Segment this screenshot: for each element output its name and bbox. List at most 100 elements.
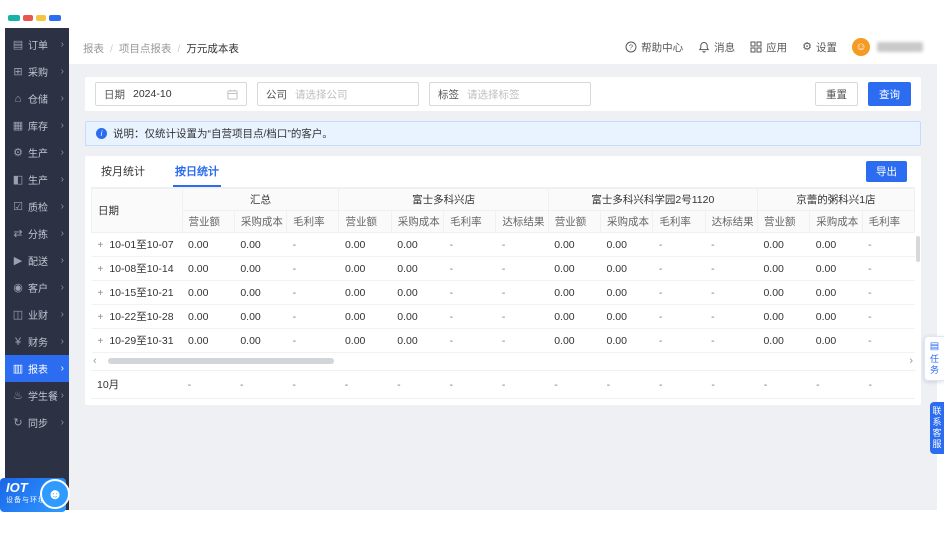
- sidebar-item-分拣[interactable]: ⇄ 分拣 ›: [5, 220, 69, 247]
- value-cell: -: [495, 304, 549, 329]
- content-area: 日期 2024-10 公司 请选择公司 标签 请选择标签 重置 查询 i 说明：…: [69, 64, 937, 510]
- apps-label: 应用: [766, 41, 788, 54]
- company-filter-placeholder: 请选择公司: [295, 88, 348, 101]
- topbar: 报表 / 项目点报表 / 万元成本表 ? 帮助中心 消息 应用 ⚙ 设置 ☺: [69, 8, 937, 64]
- sidebar-item-配送[interactable]: ▶ 配送 ›: [5, 247, 69, 274]
- tab-monthly-stats[interactable]: 按月统计: [99, 156, 147, 187]
- chevron-right-icon: ›: [60, 93, 64, 104]
- sidebar-item-label: 客户: [28, 284, 48, 295]
- apps-button[interactable]: 应用: [750, 40, 787, 55]
- expand-icon[interactable]: +: [98, 264, 104, 275]
- expand-icon[interactable]: +: [98, 240, 104, 251]
- chevron-right-icon: ›: [60, 174, 64, 185]
- value-cell: -: [652, 328, 706, 353]
- messages-button[interactable]: 消息: [698, 40, 735, 55]
- table-row[interactable]: +10-08至10-14 0.00 0.00-0.00 0.00- -0.00 0.00-…: [91, 256, 915, 281]
- sidebar-item-同步[interactable]: ↻ 同步 ›: [5, 409, 69, 436]
- summary-row: 10月 - - - - - - - - - - - - - -: [91, 370, 915, 399]
- export-button[interactable]: 导出: [866, 161, 907, 182]
- logo-block-teal: [8, 15, 20, 21]
- sidebar-item-报表[interactable]: ▥ 报表 ›: [5, 355, 69, 382]
- expand-icon[interactable]: +: [98, 336, 104, 347]
- sidebar-item-采购[interactable]: ⊞ 采购 ›: [5, 58, 69, 85]
- value-cell: 0.00: [809, 328, 863, 353]
- expand-icon[interactable]: +: [98, 312, 104, 323]
- column-header: 采购成本: [233, 210, 288, 233]
- sidebar-item-业财[interactable]: ◫ 业财 ›: [5, 301, 69, 328]
- avatar[interactable]: ☺: [852, 38, 870, 56]
- tag-filter-placeholder: 请选择标签: [467, 88, 520, 101]
- sidebar-item-生产[interactable]: ◧ 生产 ›: [5, 166, 69, 193]
- value-cell: 0.00: [757, 328, 810, 353]
- column-header: 毛利率: [861, 210, 916, 233]
- filter-bar: 日期 2024-10 公司 请选择公司 标签 请选择标签 重置 查询: [85, 77, 921, 111]
- sidebar-item-财务[interactable]: ¥ 财务 ›: [5, 328, 69, 355]
- sidebar-item-客户[interactable]: ◉ 客户 ›: [5, 274, 69, 301]
- value-cell: 0.00: [182, 328, 235, 353]
- sidebar-item-仓储[interactable]: ⌂ 仓储 ›: [5, 85, 69, 112]
- value-cell: 0.00: [338, 232, 392, 257]
- value-cell: 0.00: [548, 328, 601, 353]
- value-cell: 0.00: [548, 232, 601, 257]
- value-cell: 0.00: [757, 256, 810, 281]
- horizontal-scrollbar[interactable]: [100, 358, 907, 364]
- summary-value-cell: -: [653, 370, 706, 399]
- company-filter-select[interactable]: 公司 请选择公司: [257, 82, 419, 106]
- table-row[interactable]: +10-29至10-31 0.00 0.00-0.00 0.00- -0.00 0.00-…: [91, 328, 915, 353]
- user-name-redacted: [877, 42, 923, 52]
- sidebar-item-学生餐[interactable]: ♨ 学生餐 ›: [5, 382, 69, 409]
- value-cell: -: [286, 280, 339, 305]
- value-cell: -: [286, 256, 339, 281]
- value-cell: -: [443, 280, 496, 305]
- topbar-actions: ? 帮助中心 消息 应用 ⚙ 设置 ☺: [625, 38, 923, 56]
- task-panel-button[interactable]: ▤ 任务: [924, 336, 944, 381]
- value-cell: 0.00: [182, 256, 235, 281]
- row-date-cell: +10-08至10-14: [91, 256, 183, 281]
- value-cell: -: [286, 232, 339, 257]
- vertical-scrollbar[interactable]: [916, 236, 920, 262]
- value-cell: -: [652, 304, 706, 329]
- horizontal-scroll-row: ‹ ›: [91, 355, 915, 367]
- value-cell: -: [495, 232, 549, 257]
- sidebar-item-label: 财务: [28, 338, 48, 349]
- reset-button[interactable]: 重置: [815, 82, 858, 106]
- chevron-right-icon: ›: [60, 309, 64, 320]
- row-date-label: 10-01至10-07: [109, 239, 174, 251]
- value-cell: 0.00: [338, 304, 392, 329]
- value-cell: -: [705, 280, 758, 305]
- scroll-left-icon[interactable]: ‹: [93, 355, 97, 367]
- date-filter-input[interactable]: 日期 2024-10: [95, 82, 247, 106]
- column-header: 营业额: [338, 210, 392, 233]
- production2-icon: ◧: [12, 174, 24, 186]
- table-row[interactable]: +10-01至10-07 0.00 0.00-0.00 0.00- -0.00 0.00-…: [91, 232, 915, 257]
- sidebar-item-生产[interactable]: ⚙ 生产 ›: [5, 139, 69, 166]
- table-row[interactable]: +10-15至10-21 0.00 0.00-0.00 0.00- -0.00 0.00-…: [91, 280, 915, 305]
- sidebar-item-label: 生产: [28, 176, 48, 187]
- sidebar-item-label: 仓储: [28, 95, 48, 106]
- column-group-header: 汇总: [181, 188, 340, 211]
- help-center-button[interactable]: ? 帮助中心: [625, 40, 683, 55]
- breadcrumb-separator: /: [110, 42, 113, 55]
- breadcrumb-item[interactable]: 项目点报表: [119, 41, 172, 56]
- value-cell: 0.00: [600, 304, 653, 329]
- scroll-right-icon[interactable]: ›: [909, 355, 913, 367]
- task-panel-label: 任务: [929, 354, 939, 376]
- sidebar-item-label: 分拣: [28, 230, 48, 241]
- value-cell: -: [443, 232, 496, 257]
- contact-service-button[interactable]: 联系客服: [930, 402, 944, 454]
- table-row[interactable]: +10-22至10-28 0.00 0.00-0.00 0.00- -0.00 0.00-…: [91, 304, 915, 329]
- sidebar-item-质检[interactable]: ☑ 质检 ›: [5, 193, 69, 220]
- breadcrumb-item[interactable]: 报表: [83, 41, 104, 56]
- tab-daily-stats[interactable]: 按日统计: [173, 156, 221, 187]
- settings-button[interactable]: ⚙ 设置: [802, 40, 837, 55]
- horizontal-scrollbar-thumb[interactable]: [107, 358, 334, 364]
- search-button[interactable]: 查询: [868, 82, 911, 106]
- tag-filter-label: 标签: [438, 88, 459, 101]
- value-cell: -: [443, 328, 496, 353]
- expand-icon[interactable]: +: [98, 288, 104, 299]
- tag-filter-select[interactable]: 标签 请选择标签: [429, 82, 591, 106]
- value-cell: 0.00: [548, 304, 601, 329]
- sidebar-item-订单[interactable]: ▤ 订单 ›: [5, 31, 69, 58]
- value-cell: 0.00: [391, 256, 444, 281]
- sidebar-item-库存[interactable]: ▦ 库存 ›: [5, 112, 69, 139]
